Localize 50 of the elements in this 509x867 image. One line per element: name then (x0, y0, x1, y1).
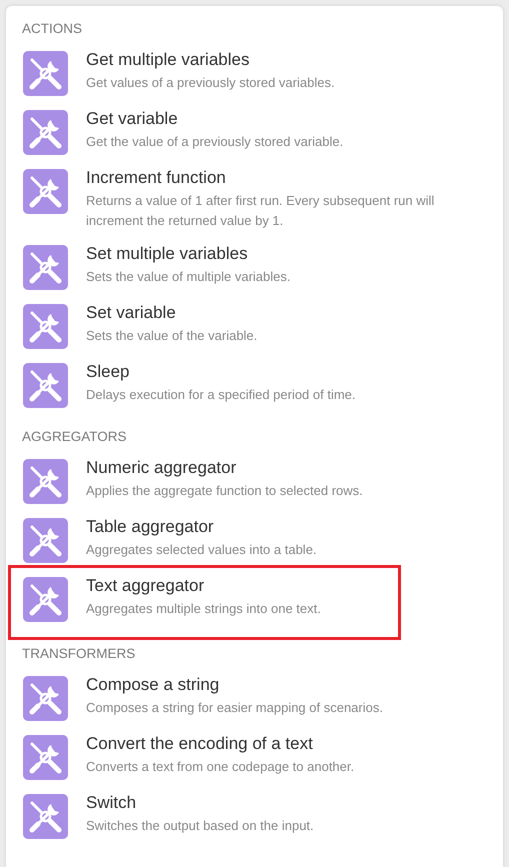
module-title: Compose a string (86, 674, 220, 696)
module-description: Delays execution for a specified period of time. (86, 386, 356, 404)
tools-icon (23, 245, 68, 290)
module-description: Sets the value of the variable. (86, 327, 258, 345)
tools-icon (23, 110, 68, 155)
module-title: Convert the encoding of a text (86, 733, 314, 755)
module-title: Sleep (86, 361, 130, 383)
module-item[interactable]: Compose a string Composes a string for easier mapping of scenarios. (6, 669, 503, 728)
module-description: Switches the output based on the input. (86, 817, 314, 835)
module-title: Table aggregator (86, 516, 215, 538)
tools-icon (23, 577, 68, 622)
module-description: Returns a value of 1 after first run. Every subsequent run will increment the returned value by 1. (86, 192, 436, 230)
module-title: Switch (86, 792, 138, 814)
tools-icon (23, 363, 68, 408)
tools-icon (23, 518, 68, 563)
module-title: Increment function (86, 167, 227, 189)
module-item[interactable]: Sleep Delays execution for a specified period of time. (6, 356, 503, 415)
module-title: Set multiple variables (86, 243, 249, 265)
tools-icon (23, 304, 68, 349)
module-title: Get multiple variables (86, 49, 250, 71)
module-item[interactable]: Numeric aggregator Applies the aggregate function to selected rows. (6, 452, 503, 511)
module-description: Get the value of a previously stored variable. (86, 133, 344, 151)
tools-icon (23, 51, 68, 96)
module-title: Set variable (86, 302, 177, 324)
module-item[interactable]: Set variable Sets the value of the variable. (6, 297, 503, 356)
module-description: Composes a string for easier mapping of scenarios. (86, 699, 383, 717)
module-title: Get variable (86, 108, 179, 130)
module-item[interactable]: Convert the encoding of a text Converts a text from one codepage to another. (6, 728, 503, 787)
module-description: Get values of a previously stored variables. (86, 74, 335, 92)
module-title: Text aggregator (86, 575, 206, 597)
section-heading: AGGREGATORS (21, 428, 128, 446)
tools-icon (23, 735, 68, 780)
module-item[interactable]: Switch Switches the output based on the input. (6, 787, 503, 846)
module-description: Sets the value of multiple variables. (86, 268, 290, 286)
tools-icon (23, 169, 68, 214)
module-description: Aggregates selected values into a table. (86, 541, 317, 559)
module-title: Numeric aggregator (86, 457, 238, 479)
module-item[interactable]: Get multiple variables Get values of a previously stored variables. (6, 44, 503, 103)
module-item[interactable]: Increment function Returns a value of 1 after first run. Every subsequent run will increment the returned value by 1. (6, 162, 503, 238)
module-description: Aggregates multiple strings into one text. (86, 600, 321, 618)
section-heading: TRANSFORMERS (21, 645, 136, 663)
tools-icon (23, 676, 68, 721)
module-description: Converts a text from one codepage to another. (86, 758, 354, 776)
module-description: Applies the aggregate function to selected rows. (86, 482, 363, 500)
section-heading: ACTIONS (21, 20, 84, 38)
tools-icon (23, 794, 68, 839)
tools-icon (23, 459, 68, 504)
module-item[interactable]: Get variable Get the value of a previously stored variable. (6, 103, 503, 162)
module-item[interactable]: Set multiple variables Sets the value of multiple variables. (6, 238, 503, 297)
module-item[interactable]: Text aggregator Aggregates multiple strings into one text. (8, 565, 401, 640)
